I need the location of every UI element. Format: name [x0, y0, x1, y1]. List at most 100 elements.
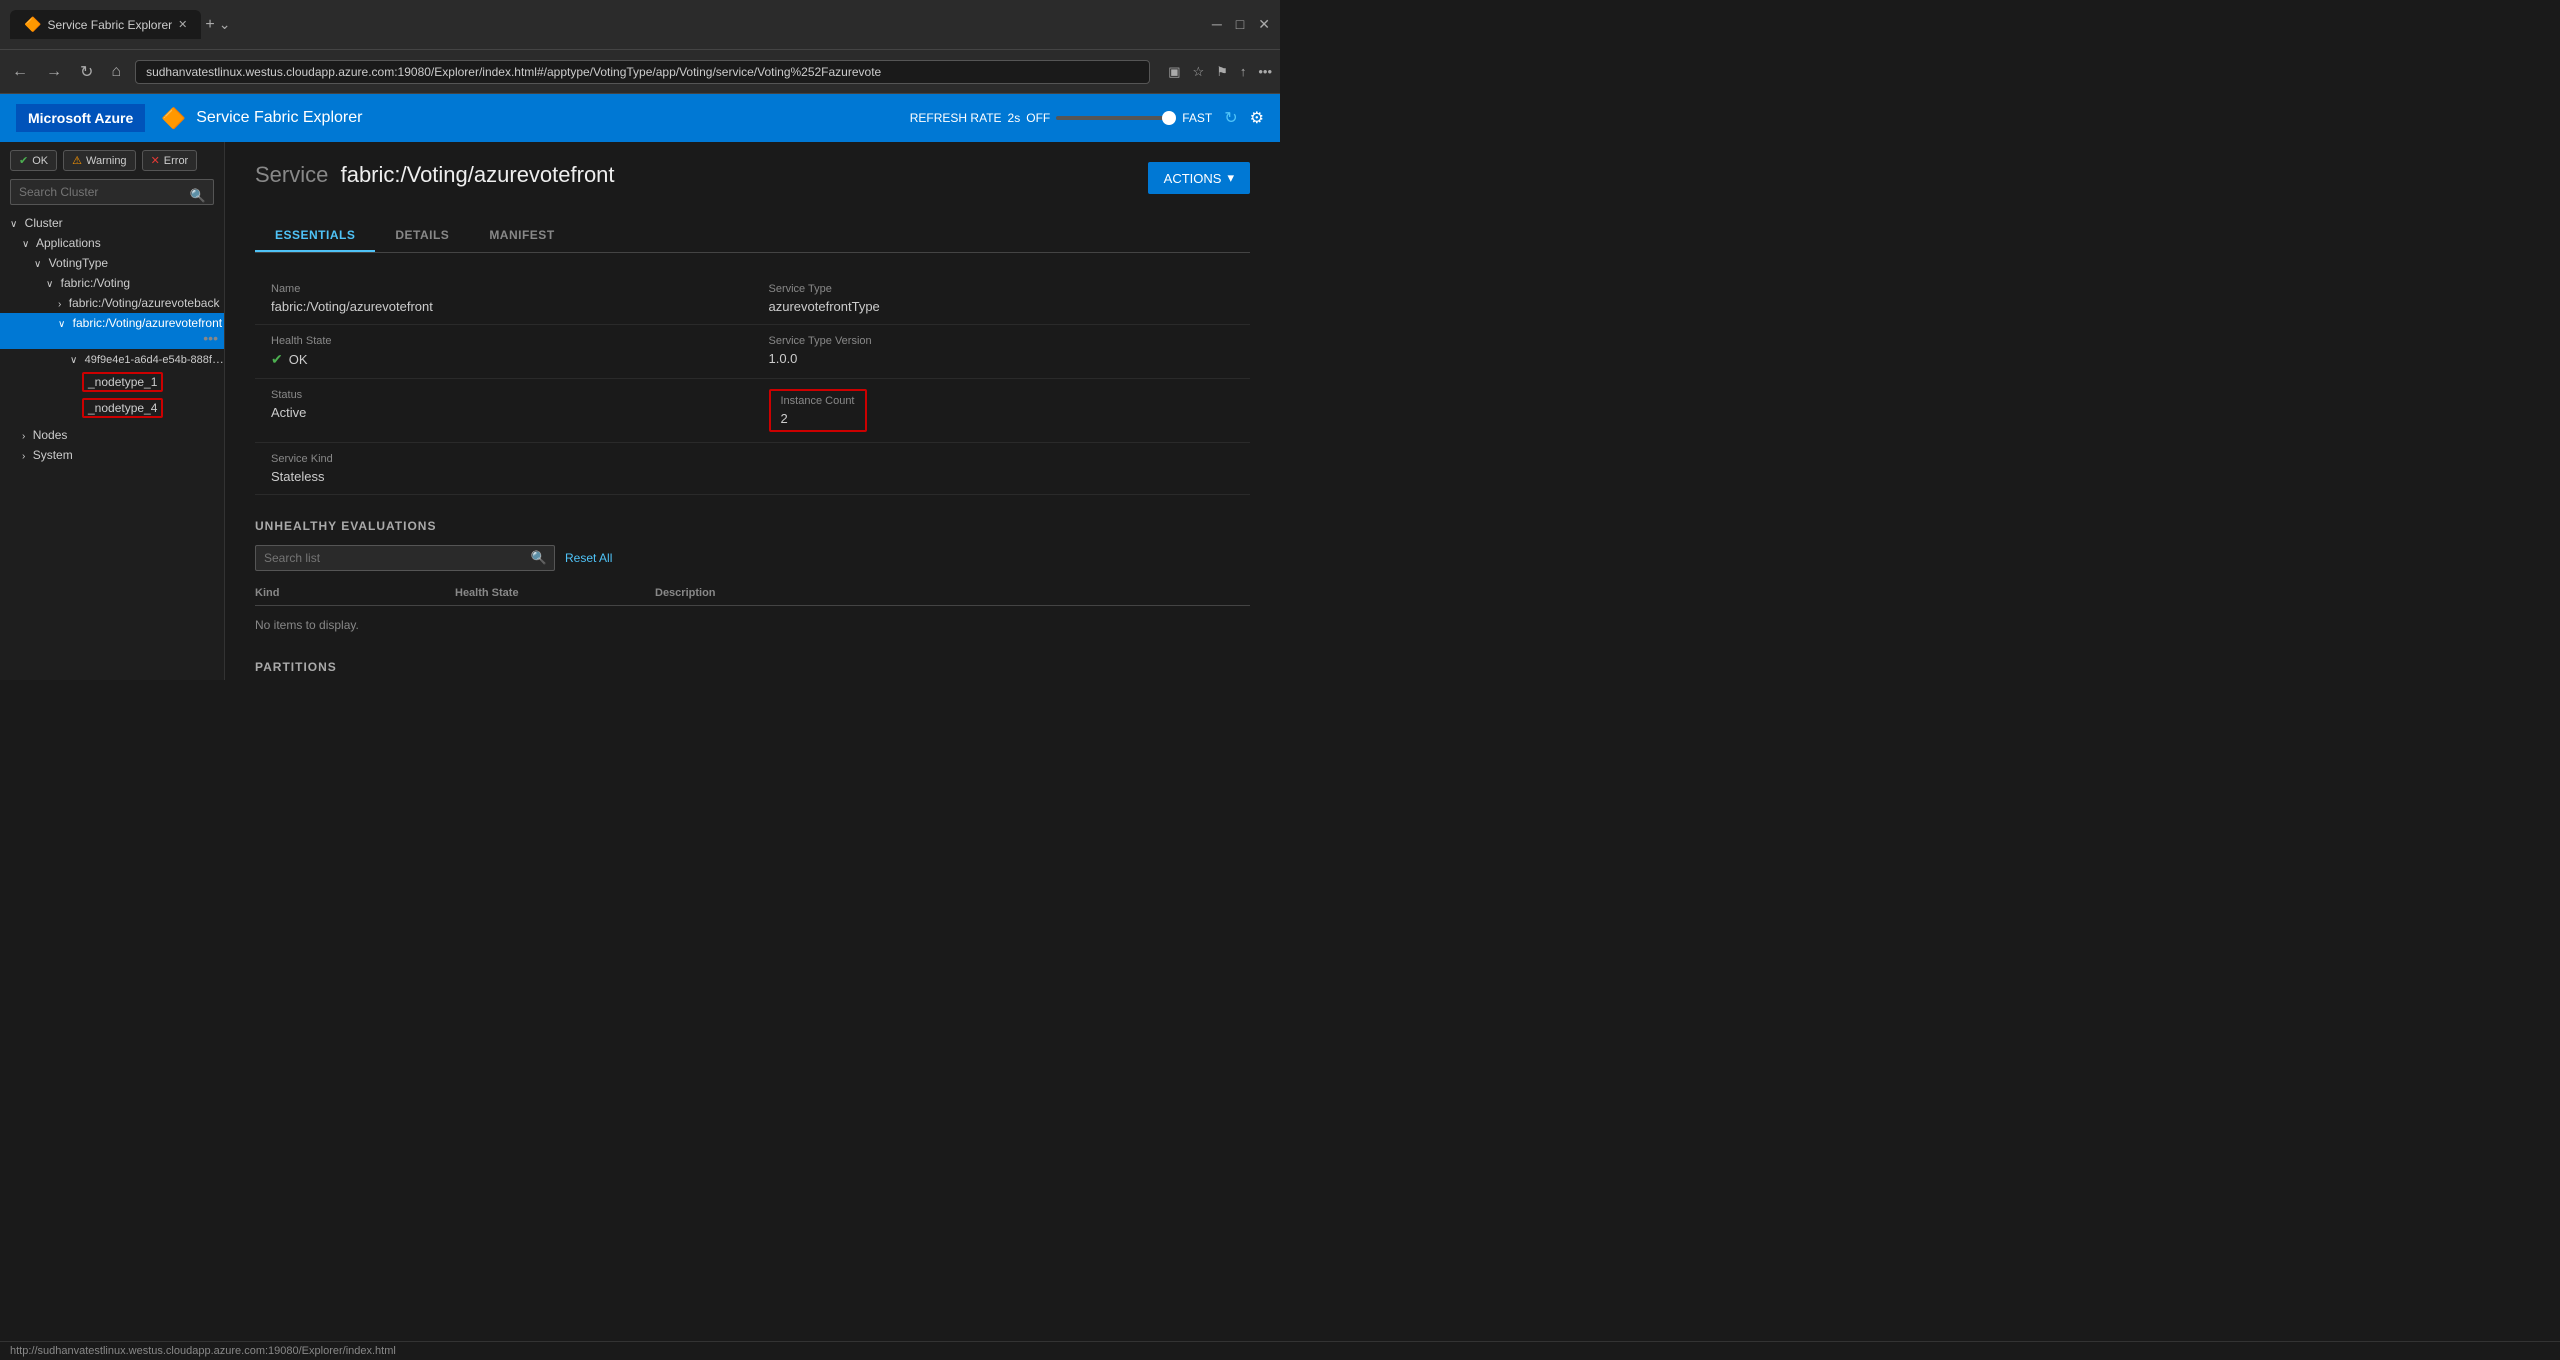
unhealthy-search-icon: 🔍 — [531, 550, 547, 566]
instance-count-value: 2 — [781, 411, 855, 426]
sfe-title: Service Fabric Explorer — [196, 109, 362, 127]
actions-button[interactable]: ACTIONS ▾ — [1148, 162, 1250, 194]
unhealthy-search-input[interactable] — [255, 545, 555, 571]
tree-fabric-voting[interactable]: ∨ fabric:/Voting — [0, 273, 224, 293]
close-button[interactable]: ✕ — [1258, 16, 1270, 33]
refresh-slider[interactable] — [1056, 116, 1176, 120]
minimize-button[interactable]: ─ — [1212, 16, 1222, 33]
health-ok-icon: ✔ — [271, 351, 283, 368]
service-title: Service fabric:/Voting/azurevotefront — [255, 162, 615, 188]
service-name: fabric:/Voting/azurevotefront — [341, 162, 615, 187]
applications-toggle: ∨ — [22, 239, 29, 250]
unhealthy-search-box: 🔍 — [255, 545, 555, 571]
cluster-toggle: ∨ — [10, 219, 17, 230]
tree-cluster[interactable]: ∨ Cluster — [0, 213, 224, 233]
fast-label: FAST — [1182, 111, 1212, 125]
app-header: Microsoft Azure 🔶 Service Fabric Explore… — [0, 94, 1280, 142]
reader-view-icon[interactable]: ▣ — [1168, 64, 1180, 80]
active-tab[interactable]: 🔶 Service Fabric Explorer ✕ — [10, 10, 201, 39]
essentials-name-cell: Name fabric:/Voting/azurevotefront — [255, 273, 753, 325]
actions-chevron-icon: ▾ — [1227, 170, 1234, 186]
health-state-value: ✔ OK — [271, 351, 737, 368]
filter-warning-button[interactable]: ⚠ Warning — [63, 150, 135, 171]
unhealthy-evaluations-section: UNHEALTHY EVALUATIONS 🔍 Reset All Kind H… — [255, 519, 1250, 640]
nodes-toggle: › — [22, 431, 25, 442]
tab-manifest[interactable]: MANIFEST — [469, 220, 574, 252]
tree-votingtype[interactable]: ∨ VotingType — [0, 253, 224, 273]
unhealthy-table-header: Kind Health State Description — [255, 581, 1250, 606]
service-prefix: Service — [255, 162, 328, 187]
refresh-button[interactable]: ↻ — [76, 58, 97, 86]
browser-chrome: 🔶 Service Fabric Explorer ✕ + ⌄ ─ □ ✕ — [0, 0, 1280, 50]
ms-azure-logo: Microsoft Azure — [16, 104, 145, 132]
tab-close-button[interactable]: ✕ — [178, 18, 187, 31]
service-kind-label: Service Kind — [271, 453, 737, 465]
settings-icon[interactable]: ⚙ — [1250, 108, 1264, 128]
error-icon: ✕ — [151, 154, 160, 167]
tree-nodetype-1[interactable]: _nodetype_1 — [0, 369, 224, 395]
azurevotefront-toggle: ∨ — [58, 319, 65, 330]
refresh-rate-value: 2s — [1008, 111, 1021, 125]
partition-toggle: ∨ — [70, 355, 77, 366]
back-button[interactable]: ← — [8, 59, 32, 85]
tab-favicon: 🔶 — [24, 16, 41, 33]
favorites-icon[interactable]: ☆ — [1193, 64, 1205, 80]
tree-partition[interactable]: ∨ 49f9e4e1-a6d4-e54b-888f-05051a31dc55 — [0, 349, 224, 369]
nodes-label: Nodes — [33, 428, 68, 442]
filter-error-button[interactable]: ✕ Error — [142, 150, 198, 171]
tree-applications[interactable]: ∨ Applications — [0, 233, 224, 253]
sidebar: ✔ OK ⚠ Warning ✕ Error 🔍 ∨ Cluster — [0, 142, 225, 680]
status-bar: http://sudhanvatestlinux.westus.cloudapp… — [0, 1341, 2560, 1360]
name-label: Name — [271, 283, 737, 295]
maximize-button[interactable]: □ — [1236, 16, 1244, 33]
fabric-voting-label: fabric:/Voting — [61, 276, 130, 290]
collections-icon[interactable]: ⚑ — [1216, 64, 1228, 80]
tree-azurevotefront[interactable]: ∨ fabric:/Voting/azurevotefront ••• — [0, 313, 224, 349]
essentials-health-cell: Health State ✔ OK — [255, 325, 753, 379]
system-label: System — [33, 448, 73, 462]
essentials-instance-count-cell: Instance Count 2 — [753, 379, 1251, 443]
unhealthy-search-row: 🔍 Reset All — [255, 545, 1250, 571]
tree-nodes[interactable]: › Nodes — [0, 425, 224, 445]
tab-list-button[interactable]: ⌄ — [219, 16, 231, 33]
tree-nodetype-4[interactable]: _nodetype_4 — [0, 395, 224, 421]
sfe-icon: 🔶 — [161, 106, 186, 131]
tree-azurevoteback[interactable]: › fabric:/Voting/azurevoteback — [0, 293, 224, 313]
tab-details[interactable]: DETAILS — [375, 220, 469, 252]
filter-ok-button[interactable]: ✔ OK — [10, 150, 57, 171]
tab-essentials-label: ESSENTIALS — [275, 228, 355, 242]
refresh-icon[interactable]: ↻ — [1224, 108, 1237, 128]
forward-button[interactable]: → — [42, 59, 66, 85]
unhealthy-reset-all[interactable]: Reset All — [565, 551, 612, 565]
essentials-service-kind-cell: Service Kind Stateless — [255, 443, 753, 495]
tab-manifest-label: MANIFEST — [489, 228, 554, 242]
system-toggle: › — [22, 451, 25, 462]
tree-system[interactable]: › System — [0, 445, 224, 465]
search-cluster-icon: 🔍 — [190, 188, 206, 204]
window-controls: ─ □ ✕ — [1212, 16, 1270, 33]
search-cluster: 🔍 — [0, 179, 224, 213]
off-label: OFF — [1026, 111, 1050, 125]
tab-title: Service Fabric Explorer — [47, 18, 172, 32]
filter-error-label: Error — [164, 155, 188, 167]
stv-value: 1.0.0 — [769, 351, 1235, 366]
service-type-label: Service Type — [769, 283, 1235, 295]
address-bar[interactable]: sudhanvatestlinux.westus.cloudapp.azure.… — [135, 60, 1150, 84]
more-button[interactable]: ••• — [1258, 64, 1272, 80]
azurevoteback-label: fabric:/Voting/azurevoteback — [69, 296, 220, 310]
essentials-status-cell: Status Active — [255, 379, 753, 443]
unhealthy-title: UNHEALTHY EVALUATIONS — [255, 519, 1250, 533]
nav-icons: ▣ ☆ ⚑ ↑ ••• — [1168, 64, 1272, 80]
tree-item-menu-button[interactable]: ••• — [203, 330, 218, 346]
tab-essentials[interactable]: ESSENTIALS — [255, 220, 375, 252]
new-tab-button[interactable]: + — [205, 16, 214, 34]
home-button[interactable]: ⌂ — [107, 59, 125, 85]
status-label: Status — [271, 389, 737, 401]
search-cluster-input[interactable] — [10, 179, 214, 205]
browser-tabs: 🔶 Service Fabric Explorer ✕ + ⌄ — [10, 10, 230, 39]
refresh-rate-label: REFRESH RATE — [910, 111, 1002, 125]
nodetype-1-label: _nodetype_1 — [82, 372, 163, 392]
content-area: Service fabric:/Voting/azurevotefront AC… — [225, 142, 1280, 680]
share-icon[interactable]: ↑ — [1240, 64, 1247, 80]
cluster-label: Cluster — [25, 216, 63, 230]
